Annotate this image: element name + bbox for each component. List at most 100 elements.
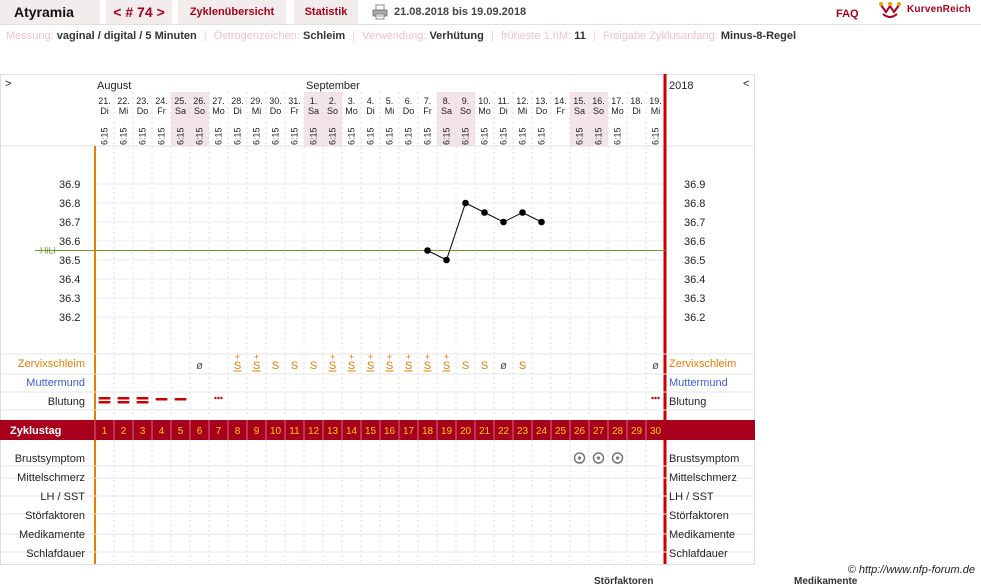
- cycle-number: # 74: [125, 4, 153, 20]
- cycle-day-number: 5: [178, 426, 184, 437]
- temperature-point[interactable]: [481, 209, 488, 216]
- cycle-day-number: 25: [555, 426, 567, 437]
- measurement-time: 6:15: [651, 127, 661, 145]
- weekday-label: So: [194, 106, 205, 116]
- weekday-label: Mo: [345, 106, 358, 116]
- measurement-time: 6:15: [518, 127, 528, 145]
- measurement-time: 6:15: [119, 127, 129, 145]
- measurement-time: 6:15: [309, 127, 319, 145]
- day-number: 6.: [405, 96, 413, 106]
- printer-icon[interactable]: [372, 4, 388, 20]
- measurement-value: vaginal / digital / 5 Minuten: [56, 30, 197, 42]
- bleeding-spotting: [657, 396, 660, 400]
- temp-tick-right: 36.7: [684, 217, 705, 229]
- temperature-point[interactable]: [519, 209, 526, 216]
- cervix-plus-symbol: +: [235, 352, 240, 362]
- row-label-right-breast: Brustsymptom: [669, 453, 739, 465]
- temperature-point[interactable]: [443, 256, 450, 264]
- month-label: September: [306, 80, 360, 92]
- measurement-time: 6:15: [233, 127, 243, 145]
- logo-text[interactable]: KurvenReich: [907, 4, 971, 15]
- row-label-right-cervix: Zervixschleim: [669, 358, 736, 370]
- cervix-dry-symbol: ø: [652, 360, 659, 372]
- weekday-label: Mo: [478, 106, 491, 116]
- temp-tick-left: 36.9: [59, 179, 80, 191]
- temp-tick-left: 36.6: [59, 236, 80, 248]
- day-number: 4.: [367, 96, 375, 106]
- day-number: 11.: [498, 96, 510, 106]
- chart-scroll-left-button: >: [5, 78, 11, 90]
- cervix-plus-symbol: +: [444, 352, 449, 362]
- cycle-day-number: 29: [631, 426, 643, 437]
- previous-cycle-button[interactable]: <: [113, 4, 121, 20]
- weekday-label: Fr: [556, 106, 565, 116]
- weekday-label: Mi: [385, 106, 395, 116]
- cervix-dry-symbol: ø: [196, 360, 203, 372]
- cycle-chart: > <August September 201821.Di6:1522.Mi6:152…: [0, 74, 755, 565]
- weekday-label: Mi: [518, 106, 528, 116]
- tab-statistics[interactable]: Statistik: [294, 0, 358, 24]
- cycle-day-number: 27: [593, 426, 605, 437]
- day-number: 14.: [554, 96, 567, 106]
- row-label-right-meds: Medikamente: [669, 529, 735, 541]
- temperature-point[interactable]: [500, 218, 507, 226]
- cycle-day-number: 17: [403, 426, 415, 437]
- day-number: 28.: [231, 96, 244, 106]
- measurement-time: 6:15: [480, 127, 490, 145]
- temp-tick-left: 36.3: [59, 293, 80, 305]
- cycle-day-number: 13: [327, 426, 339, 437]
- day-number: 24.: [155, 96, 168, 106]
- weekday-label: Do: [137, 106, 149, 116]
- day-number: 10.: [478, 96, 491, 106]
- measurement-time: 6:15: [138, 127, 148, 145]
- day-number: 2.: [329, 96, 337, 106]
- measurement-time: 6:15: [176, 127, 186, 145]
- temp-tick-right: 36.4: [684, 274, 705, 286]
- measurement-time: 6:15: [423, 127, 433, 145]
- row-label-left-midpain: Mittelschmerz: [17, 472, 85, 484]
- measurement-time: 6:15: [499, 127, 509, 145]
- cycle-start-rule-label: Freigabe Zyklusanfang:: [602, 30, 718, 42]
- top-divider: [0, 24, 981, 25]
- day-number: 19.: [649, 96, 662, 106]
- bleeding-spotting: [651, 396, 654, 400]
- cervix-plus-symbol: +: [349, 352, 354, 362]
- bleeding-heavy: [117, 397, 130, 400]
- cycle-navigator: < # 74 >: [106, 0, 172, 24]
- row-label-left-lh: LH / SST: [40, 491, 85, 503]
- cervix-mucus-symbol: S: [481, 360, 488, 372]
- temperature-point[interactable]: [538, 218, 545, 226]
- day-number: 25.: [174, 96, 187, 106]
- temperature-point[interactable]: [462, 199, 469, 207]
- day-number: 1.: [310, 96, 318, 106]
- user-name: Atyramia: [0, 0, 100, 24]
- temperature-point[interactable]: [424, 247, 431, 254]
- row-label-right-midpain: Mittelschmerz: [669, 472, 737, 484]
- cervix-mucus-symbol: S: [272, 360, 279, 372]
- tab-cycle-overview[interactable]: Zyklenübersicht: [178, 0, 286, 24]
- weekday-label: So: [327, 106, 338, 116]
- weekday-label: Mi: [252, 106, 262, 116]
- row-label-right-cervix_os: Muttermund: [669, 377, 728, 389]
- cycle-day-number: 22: [498, 426, 510, 437]
- crown-logo-icon[interactable]: [879, 1, 901, 19]
- estrogen-sign-label: Östrogenzeichen:: [213, 30, 300, 42]
- weekday-label: Mo: [611, 106, 624, 116]
- day-number: 13.: [535, 96, 548, 106]
- cervix-plus-symbol: +: [254, 352, 259, 362]
- measurement-time: 6:15: [271, 127, 281, 145]
- measurement-time: 6:15: [442, 127, 452, 145]
- faq-link[interactable]: FAQ: [836, 8, 859, 20]
- estrogen-sign-value: Schleim: [303, 30, 346, 42]
- row-label-left-meds: Medikamente: [19, 529, 85, 541]
- cycle-day-number: 2: [121, 426, 127, 437]
- copyright[interactable]: © http://www.nfp-forum.de: [848, 564, 975, 576]
- next-cycle-button[interactable]: >: [157, 4, 165, 20]
- weekday-label: Di: [366, 106, 375, 116]
- date-range: 21.08.2018 bis 19.09.2018: [394, 6, 527, 18]
- cycle-day-number: 28: [612, 426, 624, 437]
- bleeding-spotting: [214, 396, 217, 400]
- day-number: 17.: [611, 96, 624, 106]
- measurement-time: 6:15: [195, 127, 205, 145]
- cycle-day-number: 21: [479, 426, 491, 437]
